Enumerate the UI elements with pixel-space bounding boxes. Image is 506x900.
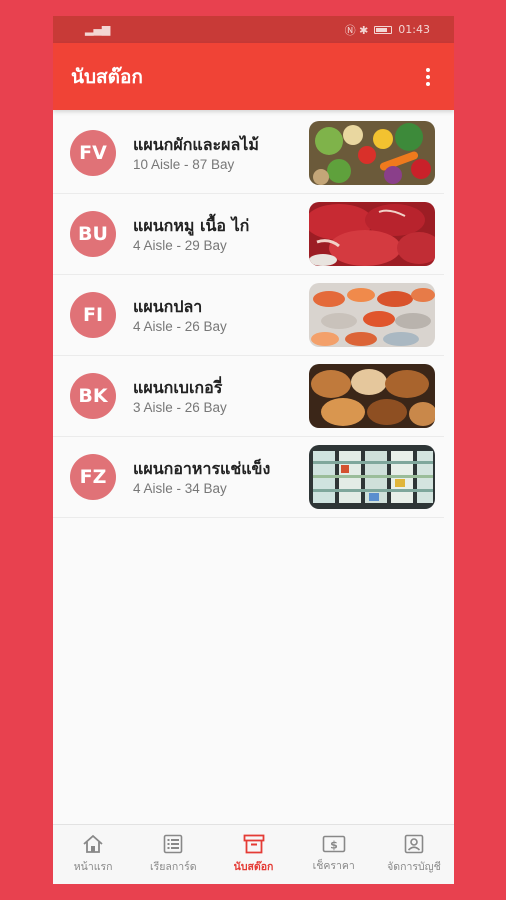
department-row-bk[interactable]: BK แผนกเบเกอรี่ 3 Aisle - 26 Bay (53, 356, 444, 437)
battery-icon (374, 25, 393, 34)
department-avatar: FZ (70, 454, 116, 500)
seafood-image (309, 283, 435, 347)
department-location: 4 Aisle - 26 Bay (133, 318, 227, 334)
department-location: 3 Aisle - 26 Bay (133, 399, 227, 415)
department-list: FV แผนกผักและผลไม้ 10 Aisle - 87 Bay BU … (53, 110, 454, 518)
phone-screen: ▂▄▆ Ⓝ ✱ 01:43 นับสต๊อก FV แผนกผักและผลไม… (53, 16, 454, 884)
department-avatar: FI (70, 292, 116, 338)
department-row-fz[interactable]: FZ แผนกอาหารแช่แข็ง 4 Aisle - 34 Bay (53, 437, 444, 518)
vegetables-image (309, 121, 435, 185)
department-row-bu[interactable]: BU แผนกหมู เนื้อ ไก่ 4 Aisle - 29 Bay (53, 194, 444, 275)
svg-text:$: $ (330, 839, 338, 852)
department-avatar: FV (70, 130, 116, 176)
price-tag-icon: $ (322, 835, 346, 853)
department-avatar: BU (70, 211, 116, 257)
frozen-food-image (309, 445, 435, 509)
meat-image (309, 202, 435, 266)
department-row-fi[interactable]: FI แผนกปลา 4 Aisle - 26 Bay (53, 275, 444, 356)
status-icons: Ⓝ ✱ (344, 23, 369, 37)
department-name: แผนกหมู เนื้อ ไก่ (133, 215, 250, 235)
nav-label: หน้าแรก (73, 861, 113, 873)
status-time: 01:43 (398, 23, 430, 36)
department-location: 4 Aisle - 29 Bay (133, 237, 227, 253)
home-icon (83, 835, 103, 853)
department-name: แผนกผักและผลไม้ (133, 134, 259, 154)
nav-home[interactable]: หน้าแรก (53, 825, 133, 884)
nav-label: จัดการบัญชี (387, 861, 441, 873)
signal-icon: ▂▄▆ (85, 23, 111, 36)
page-title: นับสต๊อก (71, 65, 143, 88)
bakery-image (309, 364, 435, 428)
signal-indicator: ▂▄▆ (85, 23, 110, 36)
nav-label: เรียลการ์ด (150, 861, 197, 873)
nav-stock-count[interactable]: นับสต๊อก (213, 825, 293, 884)
department-location: 4 Aisle - 34 Bay (133, 480, 227, 496)
bottom-navigation: หน้าแรก เรียลการ์ด นับสต๊อก $ เช็คราคา จ… (53, 824, 454, 884)
overflow-menu-icon[interactable] (422, 64, 434, 90)
department-avatar: BK (70, 373, 116, 419)
nav-account[interactable]: จัดการบัญชี (374, 825, 454, 884)
department-name: แผนกเบเกอรี่ (133, 377, 223, 397)
list-icon (163, 834, 183, 854)
nav-list[interactable]: เรียลการ์ด (133, 825, 213, 884)
department-row-fv[interactable]: FV แผนกผักและผลไม้ 10 Aisle - 87 Bay (53, 113, 444, 194)
app-bar: นับสต๊อก (53, 43, 454, 110)
status-bar: ▂▄▆ Ⓝ ✱ 01:43 (53, 16, 454, 43)
archive-box-icon (243, 834, 264, 854)
nav-label: เช็คราคา (312, 860, 355, 872)
nav-price-check[interactable]: $ เช็คราคา (294, 825, 374, 884)
account-icon (404, 834, 424, 854)
department-location: 10 Aisle - 87 Bay (133, 156, 235, 172)
department-name: แผนกอาหารแช่แข็ง (133, 458, 271, 478)
department-name: แผนกปลา (133, 296, 203, 316)
nav-label: นับสต๊อก (233, 861, 274, 873)
